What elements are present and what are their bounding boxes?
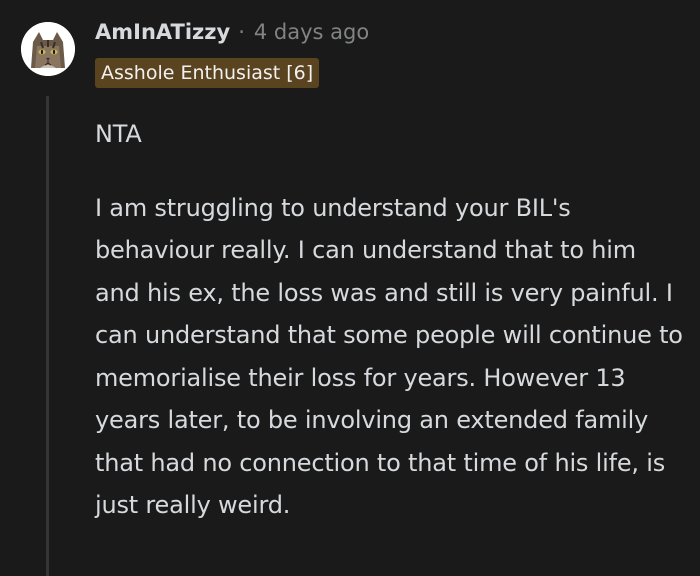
comment-header: AmInATizzy · 4 days ago xyxy=(95,17,369,47)
comment: AmInATizzy · 4 days ago Asshole Enthusia… xyxy=(0,0,700,576)
thread-collapse-line[interactable] xyxy=(46,96,49,576)
user-avatar[interactable] xyxy=(21,22,75,76)
meta-separator: · xyxy=(238,20,245,44)
comment-body: NTA I am struggling to understand your B… xyxy=(95,113,685,527)
comment-paragraph: I am struggling to understand your BIL's… xyxy=(95,193,683,520)
cat-avatar-icon xyxy=(21,22,75,76)
user-flair: Asshole Enthusiast [6] xyxy=(95,58,320,88)
comment-author[interactable]: AmInATizzy xyxy=(95,20,230,44)
comment-paragraph: NTA xyxy=(95,120,142,148)
comment-timestamp[interactable]: 4 days ago xyxy=(254,20,369,44)
